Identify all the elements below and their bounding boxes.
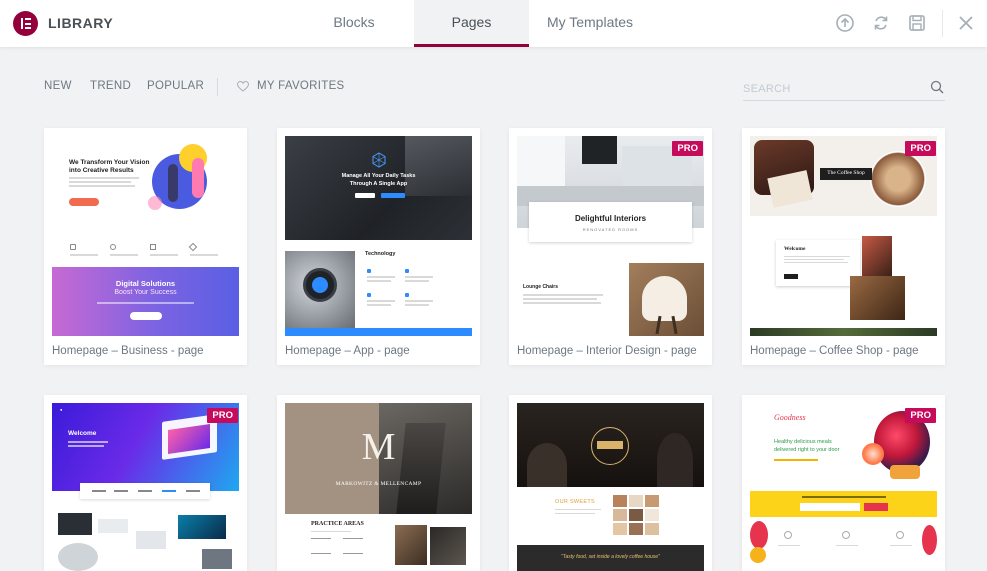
app-logo-icon (372, 152, 386, 168)
template-thumbnail[interactable]: We Transform Your Vision into Creative R… (52, 136, 239, 336)
template-thumbnail[interactable]: Goodness Healthy delicious meals deliver… (750, 403, 937, 571)
search-icon[interactable] (930, 80, 944, 94)
upload-icon[interactable] (835, 13, 855, 33)
template-card[interactable]: Goodness Healthy delicious meals deliver… (742, 395, 945, 571)
elementor-logo-icon (13, 11, 38, 36)
search-box (743, 76, 945, 101)
pro-badge: PRO (207, 408, 238, 423)
library-title: LIBRARY (48, 15, 114, 31)
close-icon[interactable] (956, 13, 976, 33)
template-card[interactable]: Delightful Interiors RENOVATED ROOMS Lou… (509, 128, 712, 365)
filter-popular[interactable]: POPULAR (147, 80, 204, 92)
tab-blocks[interactable]: Blocks (300, 0, 408, 47)
filter-my-favorites[interactable]: MY FAVORITES (257, 80, 345, 92)
template-card[interactable]: The Coffee Shop Welcome PRO Homepage – C… (742, 128, 945, 365)
header-divider (942, 10, 943, 37)
template-title: Homepage – Coffee Shop - page (750, 345, 919, 357)
pro-badge: PRO (672, 141, 703, 156)
template-title: Homepage – App - page (285, 345, 410, 357)
search-input[interactable] (743, 79, 923, 99)
template-title: Homepage – Business - page (52, 345, 204, 357)
template-title: Homepage – Interior Design - page (517, 345, 697, 357)
sync-icon[interactable] (871, 13, 891, 33)
template-thumbnail[interactable]: Delightful Interiors RENOVATED ROOMS Lou… (517, 136, 704, 336)
template-card[interactable]: M MARKOWITZ & MELLENCAMP PRACTICE AREAS (277, 395, 480, 571)
template-card[interactable]: Manage All Your Daily Tasks Through A Si… (277, 128, 480, 365)
template-thumbnail[interactable]: The Coffee Shop Welcome (750, 136, 937, 336)
template-thumbnail[interactable]: OUR SWEETS "Tasty food, set inside a lov… (517, 403, 704, 571)
filter-trend[interactable]: TREND (90, 80, 131, 92)
save-icon[interactable] (907, 13, 927, 33)
template-thumbnail[interactable]: M MARKOWITZ & MELLENCAMP PRACTICE AREAS (285, 403, 472, 571)
tab-my-templates[interactable]: My Templates (535, 0, 645, 47)
template-card[interactable]: ● Welcome PRO (44, 395, 247, 571)
template-thumbnail[interactable]: ● Welcome (52, 403, 239, 571)
filter-new[interactable]: NEW (44, 80, 72, 92)
template-card[interactable]: OUR SWEETS "Tasty food, set inside a lov… (509, 395, 712, 571)
template-card[interactable]: We Transform Your Vision into Creative R… (44, 128, 247, 365)
library-header: LIBRARY Blocks Pages My Templates (0, 0, 987, 47)
heart-icon[interactable] (237, 81, 249, 92)
tab-pages[interactable]: Pages (414, 0, 529, 47)
filter-divider (217, 78, 218, 96)
pro-badge: PRO (905, 141, 936, 156)
pro-badge: PRO (905, 408, 936, 423)
template-thumbnail[interactable]: Manage All Your Daily Tasks Through A Si… (285, 136, 472, 336)
